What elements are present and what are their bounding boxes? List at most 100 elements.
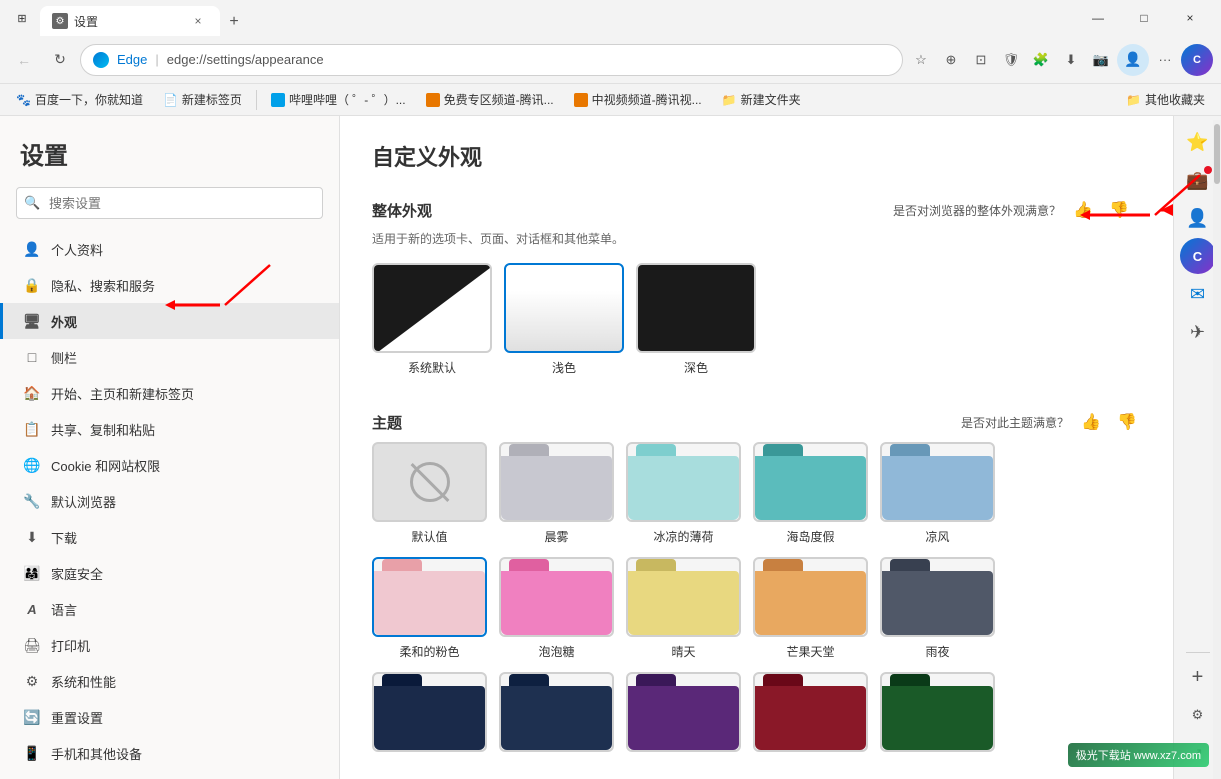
sidebar-label-reset: 重置设置 bbox=[51, 708, 103, 727]
tab-close-button[interactable]: × bbox=[188, 11, 208, 31]
search-input[interactable] bbox=[16, 187, 323, 219]
theme-card-bubble[interactable]: 泡泡糖 bbox=[499, 557, 614, 660]
theme-card-navy1[interactable] bbox=[372, 672, 487, 758]
close-window-button[interactable]: × bbox=[1167, 0, 1213, 36]
sidebar-item-accessibility[interactable]: ♿ 辅助功能 bbox=[0, 771, 339, 779]
baidu-icon: 🐾 bbox=[16, 93, 31, 107]
bookmark-baidu[interactable]: 🐾 百度一下，你就知道 bbox=[8, 88, 151, 112]
sidebar-item-sidebar[interactable]: □ 侧栏 bbox=[0, 339, 339, 375]
thumbs-down-themes[interactable]: 👎 bbox=[1113, 408, 1141, 436]
thumbs-up-overall[interactable]: 👍 bbox=[1069, 196, 1097, 224]
browser-essentials-icon[interactable]: 🛡 bbox=[997, 46, 1025, 74]
theme-card-red[interactable] bbox=[753, 672, 868, 758]
overall-satisfaction: 是否对浏览器的整体外观满意？ 👍 👎 bbox=[893, 196, 1141, 224]
extensions-icon[interactable]: 🧩 bbox=[1027, 46, 1055, 74]
theme-card-mint[interactable]: 冰凉的薄荷 bbox=[626, 442, 741, 545]
downloads-icon: ⬇ bbox=[23, 528, 41, 546]
sidebar-item-privacy[interactable]: 🔒 隐私、搜索和服务 bbox=[0, 267, 339, 303]
sidebar-label-downloads: 下载 bbox=[51, 528, 77, 547]
sidebar-item-browser[interactable]: 🔧 默认浏览器 bbox=[0, 483, 339, 519]
theme-dark[interactable]: 深色 bbox=[636, 263, 756, 376]
island-theme-preview bbox=[753, 442, 868, 522]
screenshot-icon[interactable]: 📷 bbox=[1087, 46, 1115, 74]
theme-card-purple[interactable] bbox=[626, 672, 741, 758]
navy1-theme-preview bbox=[372, 672, 487, 752]
maximize-button[interactable]: □ bbox=[1121, 0, 1167, 36]
sidebar-item-family[interactable]: 👨‍👩‍👧 家庭安全 bbox=[0, 555, 339, 591]
sidebar-item-print[interactable]: 🖨 打印机 bbox=[0, 627, 339, 663]
theme-card-mango[interactable]: 芒果天堂 bbox=[753, 557, 868, 660]
sidebar-item-mobile[interactable]: 📱 手机和其他设备 bbox=[0, 735, 339, 771]
outlook-sidebar-btn[interactable]: ✉ bbox=[1180, 276, 1216, 312]
theme-card-pink[interactable]: 柔和的粉色 bbox=[372, 557, 487, 660]
themes-satisfaction: 是否对此主题满意？ 👍 👎 bbox=[961, 408, 1141, 436]
split-screen-icon[interactable]: ⊡ bbox=[967, 46, 995, 74]
newtab-icon: 📄 bbox=[163, 93, 178, 107]
add-sidebar-btn[interactable]: + bbox=[1180, 659, 1216, 695]
favorites-icon[interactable]: ☆ bbox=[907, 46, 935, 74]
sidebar-item-start[interactable]: 🏠 开始、主页和新建标签页 bbox=[0, 375, 339, 411]
theme-card-rainy[interactable]: 雨夜 bbox=[880, 557, 995, 660]
sidebar-item-cookies[interactable]: 🌐 Cookie 和网站权限 bbox=[0, 447, 339, 483]
edge-copilot-sidebar-btn[interactable]: C bbox=[1180, 238, 1216, 274]
scrollbar-thumb[interactable] bbox=[1214, 124, 1220, 184]
purple-theme-preview bbox=[626, 672, 741, 752]
minimize-button[interactable]: — bbox=[1075, 0, 1121, 36]
new-tab-button[interactable]: + bbox=[220, 8, 248, 36]
address-bar[interactable]: Edge | edge://settings/appearance bbox=[80, 44, 903, 76]
theme-grid-row2: 柔和的粉色 泡泡糖 bbox=[372, 557, 1141, 660]
appearance-icon: 🖥 bbox=[23, 312, 41, 330]
sidebar-item-language[interactable]: A 语言 bbox=[0, 591, 339, 627]
downloads-toolbar-icon[interactable]: ⬇ bbox=[1057, 46, 1085, 74]
sidebar-item-reset[interactable]: 🔄 重置设置 bbox=[0, 699, 339, 735]
sidebar-item-system[interactable]: ⚙ 系统和性能 bbox=[0, 663, 339, 699]
sidebar-item-share[interactable]: 📋 共享、复制和粘贴 bbox=[0, 411, 339, 447]
theme-system-default[interactable]: 系统默认 bbox=[372, 263, 492, 376]
briefcase-sidebar-btn[interactable]: 💼 bbox=[1180, 162, 1216, 198]
other-bookmarks[interactable]: 📁 其他收藏夹 bbox=[1118, 88, 1213, 112]
customize-sidebar-btn[interactable]: ⚙ bbox=[1180, 697, 1216, 733]
window-control-sidebar[interactable]: ⊞ bbox=[8, 4, 36, 32]
sidebar-item-profile[interactable]: 👤 个人资料 bbox=[0, 231, 339, 267]
theme-card-island[interactable]: 海岛度假 bbox=[753, 442, 868, 545]
more-tools-button[interactable]: ··· bbox=[1151, 46, 1179, 74]
theme-card-default[interactable]: 默认值 bbox=[372, 442, 487, 545]
bookmark-folder[interactable]: 📁 新建文件夹 bbox=[714, 88, 809, 112]
thumbs-down-overall[interactable]: 👎 bbox=[1105, 196, 1133, 224]
copilot-button[interactable]: C bbox=[1181, 44, 1213, 76]
favorites-sidebar-btn[interactable]: ⭐ bbox=[1180, 124, 1216, 160]
bookmarks-bar: 🐾 百度一下，你就知道 📄 新建标签页 哔哩哔哩（ ゜- ゜）... 免费专区频… bbox=[0, 84, 1221, 116]
active-tab[interactable]: ⚙ 设置 × bbox=[40, 6, 220, 36]
theme-card-breeze[interactable]: 凉风 bbox=[880, 442, 995, 545]
back-button[interactable]: ← bbox=[8, 44, 40, 76]
theme-card-green[interactable] bbox=[880, 672, 995, 758]
bookmark-tencent1[interactable]: 免费专区频道-腾讯... bbox=[418, 88, 562, 112]
titlebar: ⊞ ⚙ 设置 × + — □ × bbox=[0, 0, 1221, 36]
red-theme-preview bbox=[753, 672, 868, 752]
bookmark-bilibili[interactable]: 哔哩哔哩（ ゜- ゜）... bbox=[263, 88, 414, 112]
breeze-theme-preview bbox=[880, 442, 995, 522]
other-folder-icon: 📁 bbox=[1126, 93, 1141, 107]
profile-sidebar-btn[interactable]: 👤 bbox=[1180, 200, 1216, 236]
search-icon: 🔍 bbox=[24, 195, 40, 211]
theme-card-sunny[interactable]: 晴天 bbox=[626, 557, 741, 660]
scrollbar-track[interactable] bbox=[1213, 120, 1221, 779]
thumbs-up-themes[interactable]: 👍 bbox=[1077, 408, 1105, 436]
profile-icon: 👤 bbox=[23, 240, 41, 258]
sidebar-label-language: 语言 bbox=[51, 600, 77, 619]
sidebar-icon: □ bbox=[23, 348, 41, 366]
edge-logo-icon bbox=[93, 52, 109, 68]
profile-button[interactable]: 👤 bbox=[1117, 44, 1149, 76]
send-sidebar-btn[interactable]: ✈ bbox=[1180, 314, 1216, 350]
breeze-theme-label: 凉风 bbox=[880, 528, 995, 545]
theme-card-navy2[interactable] bbox=[499, 672, 614, 758]
refresh-button[interactable]: ↻ bbox=[44, 44, 76, 76]
sidebar-label-cookies: Cookie 和网站权限 bbox=[51, 456, 160, 475]
bookmark-tencent2[interactable]: 中视频频道-腾讯视... bbox=[566, 88, 710, 112]
sidebar-item-appearance[interactable]: 🖥 外观 bbox=[0, 303, 339, 339]
bookmark-newtab[interactable]: 📄 新建标签页 bbox=[155, 88, 250, 112]
theme-light[interactable]: 浅色 bbox=[504, 263, 624, 376]
sidebar-item-downloads[interactable]: ⬇ 下载 bbox=[0, 519, 339, 555]
collections-icon[interactable]: ⊕ bbox=[937, 46, 965, 74]
theme-card-mist[interactable]: 晨雾 bbox=[499, 442, 614, 545]
